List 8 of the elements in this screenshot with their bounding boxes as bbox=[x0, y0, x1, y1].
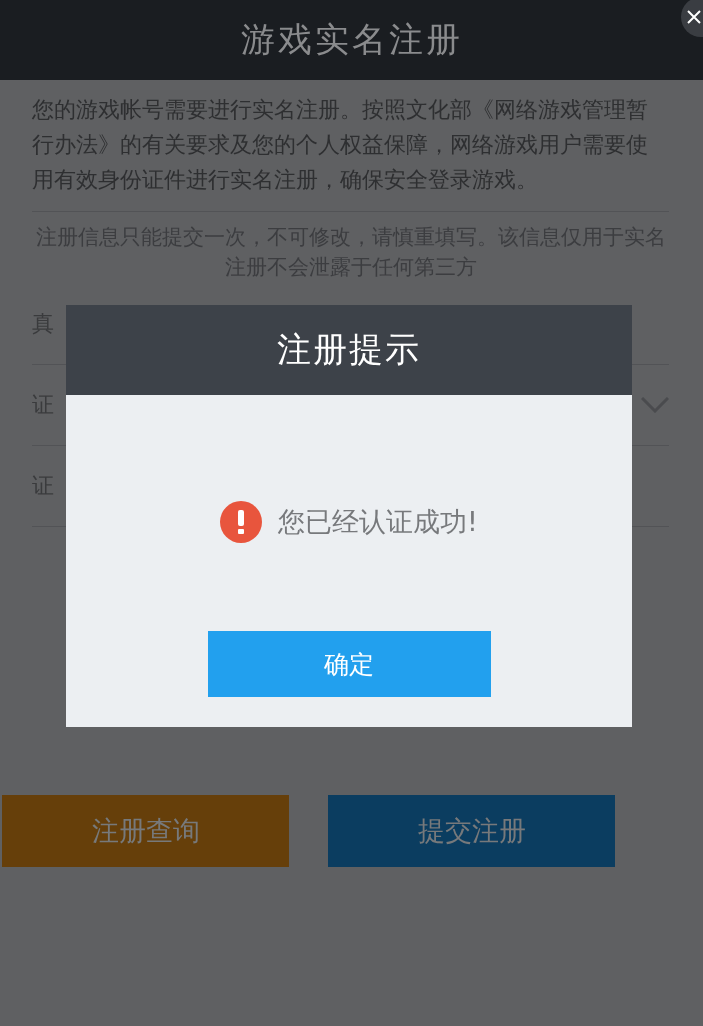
confirm-button[interactable]: 确定 bbox=[207, 631, 491, 697]
close-icon bbox=[687, 10, 701, 24]
dialog-message: 您已经认证成功! bbox=[278, 505, 478, 539]
submit-button[interactable]: 提交注册 bbox=[328, 795, 615, 867]
page-title: 游戏实名注册 bbox=[240, 18, 463, 61]
warning-icon bbox=[220, 501, 263, 543]
dialog-title: 注册提示 bbox=[277, 328, 421, 371]
query-button[interactable]: 注册查询 bbox=[2, 795, 289, 867]
